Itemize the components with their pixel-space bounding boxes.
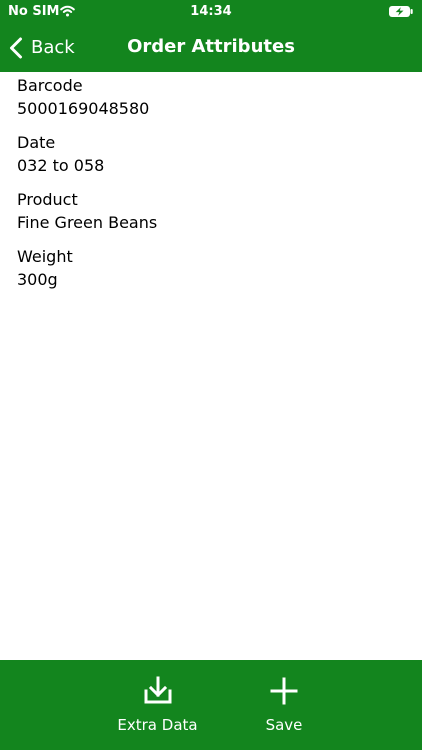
- download-icon: [144, 676, 171, 704]
- navigation-bar: Back Order Attributes: [0, 24, 422, 72]
- barcode-label: Barcode: [17, 76, 83, 95]
- product-value: Fine Green Beans: [17, 213, 158, 232]
- weight-value: 300g: [17, 270, 58, 289]
- save-button[interactable]: Save: [248, 674, 320, 734]
- date-label: Date: [17, 133, 56, 152]
- save-label: Save: [265, 716, 303, 734]
- barcode-value: 5000169048580: [17, 99, 150, 118]
- date-attribute: Date 032 to 058: [17, 131, 407, 177]
- battery-charging-icon: [389, 6, 413, 17]
- extra-data-button[interactable]: Extra Data: [100, 674, 215, 734]
- date-value: 032 to 058: [17, 156, 105, 175]
- bottom-toolbar: Extra Data Save: [0, 660, 422, 750]
- status-bar: No SIM 14:34: [0, 0, 422, 24]
- plus-icon: [270, 677, 298, 705]
- extra-data-label: Extra Data: [117, 716, 198, 734]
- weight-label: Weight: [17, 247, 73, 266]
- product-label: Product: [17, 190, 78, 209]
- clock: 14:34: [190, 4, 232, 19]
- attribute-list: Barcode 5000169048580 Date 032 to 058 Pr…: [17, 72, 407, 302]
- order-attributes-screen: No SIM 14:34 Back Order Attributes Barco…: [0, 0, 422, 750]
- product-attribute: Product Fine Green Beans: [17, 188, 407, 234]
- page-title: Order Attributes: [127, 36, 295, 57]
- barcode-attribute: Barcode 5000169048580: [17, 72, 407, 120]
- top-bar: No SIM 14:34 Back Order Attributes: [0, 0, 422, 72]
- weight-attribute: Weight 300g: [17, 245, 407, 291]
